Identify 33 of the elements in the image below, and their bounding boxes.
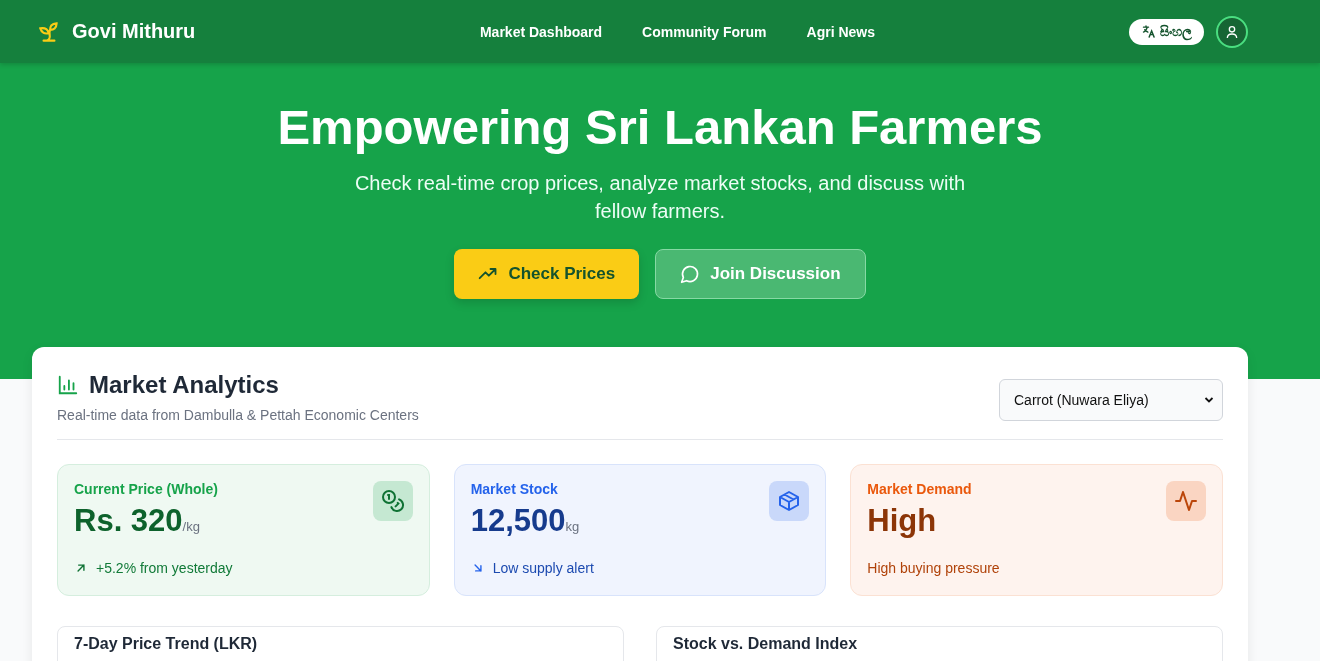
brand-name: Govi Mithuru	[72, 20, 196, 43]
chevron-down-icon	[1204, 395, 1214, 405]
user-icon	[1224, 23, 1240, 40]
check-prices-button[interactable]: Check Prices	[454, 249, 640, 299]
stat-value: 12,500	[470, 503, 566, 538]
stat-value: Rs. 320	[74, 503, 183, 538]
stat-value: High	[867, 503, 937, 538]
chat-bubble-icon	[680, 264, 701, 284]
nav-link[interactable]: Market Dashboard	[479, 23, 603, 40]
section-title: Market Analytics	[89, 371, 279, 399]
box-icon	[769, 481, 810, 521]
section-subtitle: Real-time data from Dambulla & Pettah Economic Centers	[57, 407, 419, 423]
pulse-icon	[1166, 481, 1206, 521]
translate-icon	[1141, 24, 1156, 39]
panel-title: Stock vs. Demand Index	[673, 635, 859, 653]
stat-note: Low supply alert	[492, 560, 594, 576]
stat-note: +5.2% from yesterday	[96, 560, 233, 576]
nav-link[interactable]: Agri News	[806, 23, 876, 40]
hero-title: Empowering Sri Lankan Farmers	[276, 99, 1044, 155]
stat-label: Market Demand	[867, 481, 972, 497]
stat-unit: /kg	[182, 519, 200, 534]
panel-title: 7-Day Price Trend (LKR)	[74, 635, 259, 653]
language-button[interactable]: සිංහල	[1129, 18, 1204, 45]
stat-label: Current Price (Whole)	[74, 481, 218, 497]
stat-label: Market Stock	[470, 481, 559, 497]
bar-chart-icon	[57, 374, 79, 396]
coins-icon	[372, 481, 413, 521]
stat-unit: kg	[565, 519, 580, 534]
profile-button[interactable]	[1216, 15, 1248, 48]
nav-link[interactable]: Community Forum	[642, 23, 767, 40]
hero-subtitle: Check real-time crop prices, analyze market stocks, and discuss with fellow farmers.	[353, 171, 967, 224]
crop-select[interactable]: Carrot (Nuwara Eliya)	[999, 379, 1223, 421]
stat-note: High buying pressure	[867, 560, 1000, 576]
